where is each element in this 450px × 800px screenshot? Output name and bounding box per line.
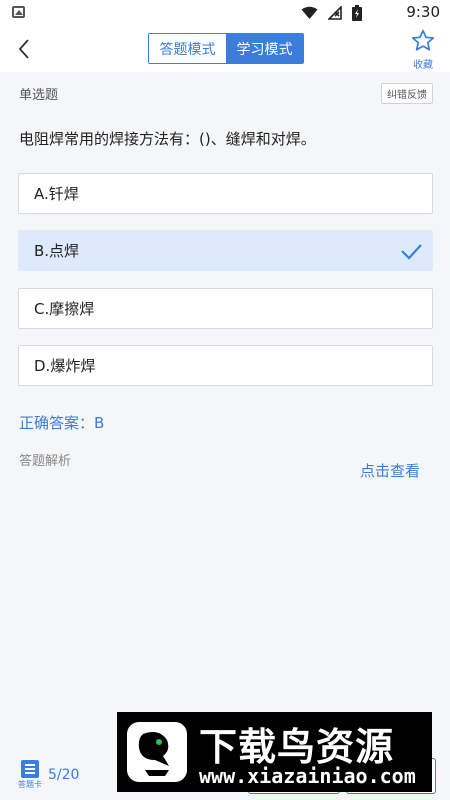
report-error-button[interactable]: 纠错反馈 [381,83,433,104]
option-label: C.摩擦焊 [34,300,95,318]
question-type: 单选题 [19,88,59,103]
question-text: 电阻焊常用的焊接方法有：()、缝焊和对焊。 [19,130,316,148]
question-progress: 5/20 [48,767,80,783]
option-label: D.爆炸焊 [34,357,96,375]
option-a[interactable]: A.钎焊 [18,173,433,214]
list-icon [21,760,39,778]
tab-answer-mode[interactable]: 答题模式 [149,34,226,63]
bird-logo-icon [127,722,187,782]
signal-off-icon [328,6,342,20]
check-icon [401,244,422,260]
status-bar: 9:30 [0,0,450,26]
view-analysis-link[interactable]: 点击查看 [360,460,420,481]
mode-switch: 答题模式 学习模式 [148,33,304,64]
battery-charging-icon [352,5,362,21]
star-icon [411,29,435,51]
tab-study-mode[interactable]: 学习模式 [226,34,303,63]
favorite-label: 收藏 [413,60,433,71]
favorite-button[interactable]: 收藏 [408,28,438,71]
option-label: B.点焊 [34,242,80,260]
option-label: A.钎焊 [34,185,79,203]
back-button[interactable] [10,34,38,64]
answer-card-label: 答题卡 [18,780,42,789]
app-bar: 答题模式 学习模式 收藏 [0,26,450,72]
analysis-label: 答题解析 [19,454,72,469]
image-notification-icon [12,6,25,18]
watermark-title: 下载鸟资源 [199,725,395,769]
watermark-url: www.xiazainiao.com [199,764,416,788]
option-b[interactable]: B.点焊 [18,230,433,271]
option-d[interactable]: D.爆炸焊 [18,345,433,386]
option-c[interactable]: C.摩擦焊 [18,288,433,329]
wifi-icon [301,6,318,19]
watermark-banner: 下载鸟资源 www.xiazainiao.com [117,712,432,792]
chevron-left-icon [18,39,29,59]
answer-card-button[interactable]: 答题卡 [12,760,48,790]
system-icons [301,5,362,21]
clock: 9:30 [406,3,440,21]
correct-answer: 正确答案：B [19,414,105,432]
